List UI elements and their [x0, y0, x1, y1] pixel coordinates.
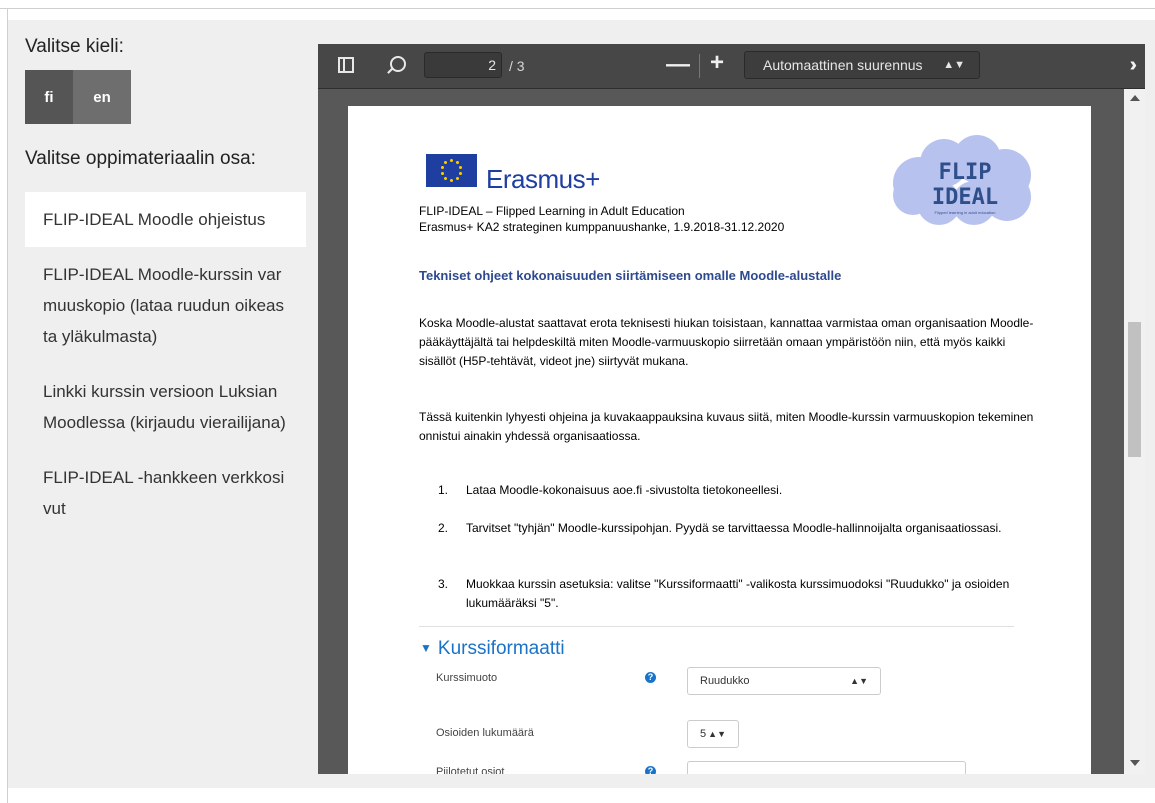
pdf-scrollbar[interactable] — [1124, 89, 1145, 774]
search-icon[interactable] — [390, 56, 406, 72]
step-text: Muokkaa kurssin asetuksia: valitse "Kurs… — [466, 577, 1010, 610]
screenshot-section-title: ▼ Kurssiformaatti — [420, 638, 565, 660]
section-count-value: 5 — [700, 728, 707, 740]
material-part-label: Valitse oppimateriaalin osa: — [25, 148, 256, 169]
menu-item-project-website[interactable]: FLIP-IDEAL -hankkeen verkkosivut — [25, 450, 306, 536]
scroll-down-arrow-icon[interactable] — [1130, 760, 1140, 766]
material-menu: FLIP-IDEAL Moodle ohjeistus FLIP-IDEAL M… — [25, 192, 306, 536]
field-label-section-count: Osioiden lukumäärä — [436, 727, 534, 739]
field-label-hidden-sections: Piilotetut osiot — [436, 766, 505, 774]
pdf-viewer: 2 / 3 — + Automaattinen suurennus ▲▼ ›› — [318, 44, 1145, 774]
step-number: 1. — [438, 483, 449, 497]
sidebar: Valitse kieli: fi en Valitse oppimateria… — [8, 20, 306, 788]
language-label: Valitse kieli: — [25, 36, 124, 57]
menu-item-course-backup[interactable]: FLIP-IDEAL Moodle-kurssin varmuuskopio (… — [25, 247, 306, 364]
double-chevron-right-icon[interactable]: ›› — [1130, 54, 1139, 77]
header-line-2: Erasmus+ KA2 strateginen kumppanuushanke… — [419, 220, 785, 234]
step-text: Tarvitset "tyhjän" Moodle-kurssipohjan. … — [466, 521, 1002, 535]
menu-item-moodle-guide[interactable]: FLIP-IDEAL Moodle ohjeistus — [25, 192, 306, 247]
chevron-down-icon: ▼ — [420, 641, 432, 655]
section-count-select: 5 ▲▼ — [687, 720, 739, 748]
step-2: 2. Tarvitset "tyhjän" Moodle-kurssipohja… — [438, 519, 1039, 538]
document-header: FLIP-IDEAL – Flipped Learning in Adult E… — [419, 203, 784, 235]
zoom-out-button[interactable]: — — [666, 52, 690, 78]
zoom-select[interactable]: Automaattinen suurennus ▲▼ — [744, 51, 980, 79]
pdf-page: Erasmus+ FLIP-IDEAL – Flipped Learning i… — [348, 106, 1091, 774]
pdf-toolbar: 2 / 3 — + Automaattinen suurennus ▲▼ ›› — [318, 44, 1145, 89]
document-paragraph-1: Koska Moodle-alustat saattavat erota tek… — [419, 316, 1034, 368]
app-container: Valitse kieli: fi en Valitse oppimateria… — [8, 20, 1155, 788]
pdf-page-area[interactable]: Erasmus+ FLIP-IDEAL – Flipped Learning i… — [318, 89, 1124, 774]
page-count: / 3 — [509, 58, 525, 74]
eu-flag-icon — [426, 154, 477, 187]
page-number-input[interactable]: 2 — [424, 52, 502, 78]
logo-text-bottom: IDEAL — [932, 185, 998, 210]
document-paragraph-2: Tässä kuitenkin lyhyesti ohjeina ja kuva… — [419, 410, 1034, 443]
field-label-course-format: Kurssimuoto — [436, 672, 498, 684]
language-switcher: fi en — [25, 70, 131, 124]
scroll-up-arrow-icon[interactable] — [1130, 95, 1140, 101]
course-format-value: Ruudukko — [700, 675, 750, 687]
section-title-text: Kurssiformaatti — [437, 638, 565, 659]
logo-text-top: FLIP — [939, 160, 992, 185]
select-arrows-icon: ▲▼ — [850, 676, 868, 686]
erasmus-brand: Erasmus+ — [486, 164, 600, 194]
logo-tagline: Flipped learning in adult education — [935, 210, 996, 215]
zoom-select-value: Automaattinen suurennus — [763, 57, 923, 73]
flip-ideal-logo: FLIP IDEAL Flipped learning in adult edu… — [893, 135, 1031, 225]
course-format-select: Ruudukko ▲▼ — [687, 667, 881, 695]
help-icon: ? — [645, 672, 656, 683]
toolbar-separator — [699, 54, 700, 78]
sidebar-toggle-icon[interactable] — [338, 57, 354, 73]
step-number: 2. — [438, 521, 449, 535]
hidden-sections-select — [687, 761, 966, 774]
select-arrows-icon: ▲▼ — [943, 59, 965, 71]
scrollbar-thumb[interactable] — [1128, 322, 1141, 457]
zoom-in-button[interactable]: + — [710, 49, 724, 77]
select-arrows-icon: ▲▼ — [708, 729, 726, 739]
header-line-1: FLIP-IDEAL – Flipped Learning in Adult E… — [419, 204, 685, 218]
document-title: Tekniset ohjeet kokonaisuuden siirtämise… — [419, 268, 842, 283]
step-text: Lataa Moodle-kokonaisuus aoe.fi -sivusto… — [466, 483, 783, 497]
step-1: 1. Lataa Moodle-kokonaisuus aoe.fi -sivu… — [438, 481, 1039, 500]
language-button-en[interactable]: en — [73, 70, 131, 124]
menu-item-luksia-link[interactable]: Linkki kurssin versioon Luksian Moodless… — [25, 364, 306, 450]
screenshot-divider — [419, 626, 1014, 627]
step-number: 3. — [438, 577, 449, 591]
frame-top-border — [0, 8, 1155, 9]
language-button-fi[interactable]: fi — [25, 70, 73, 124]
help-icon: ? — [645, 766, 656, 774]
step-3: 3. Muokkaa kurssin asetuksia: valitse "K… — [438, 575, 1039, 613]
